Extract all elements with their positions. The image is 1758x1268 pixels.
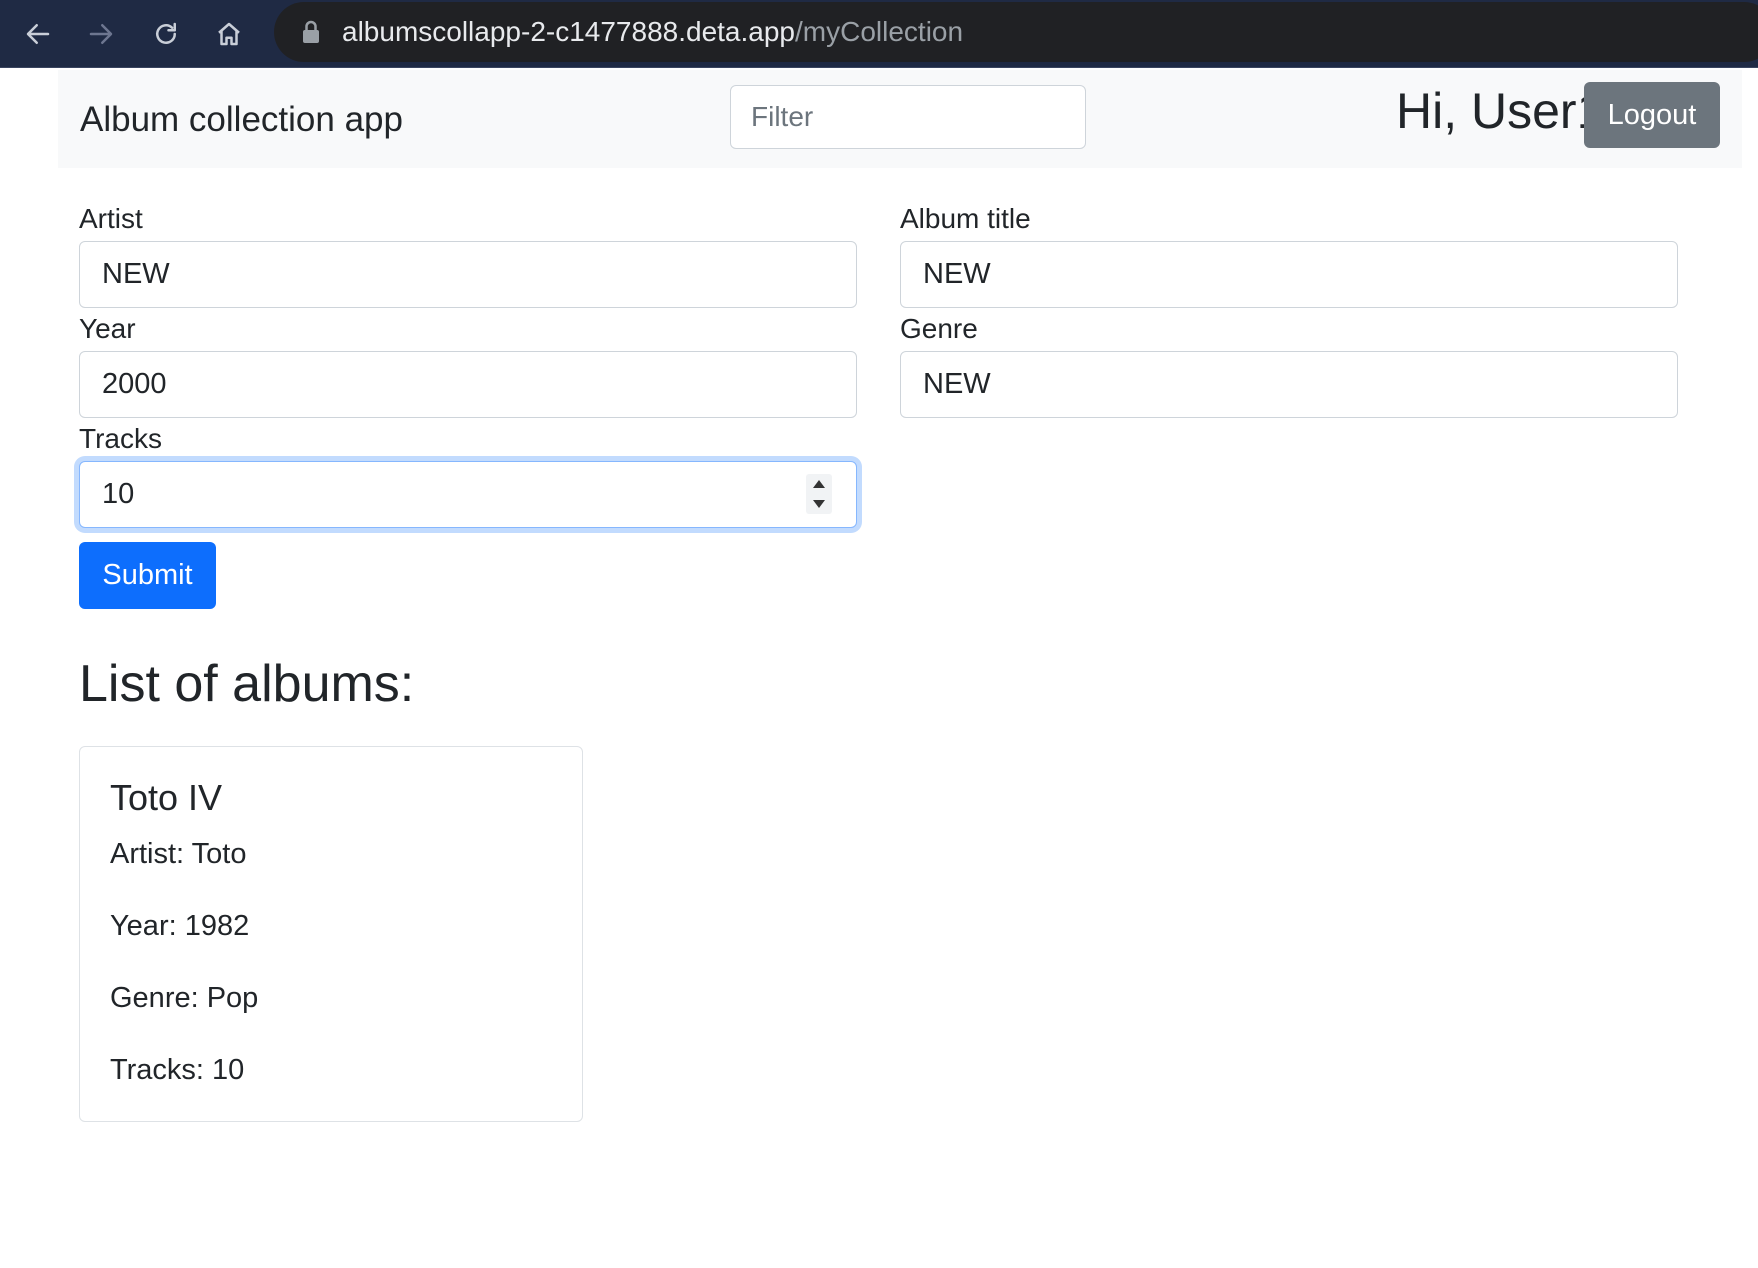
logout-button[interactable]: Logout: [1584, 82, 1720, 148]
app-brand[interactable]: Album collection app: [80, 100, 403, 140]
tracks-stepper[interactable]: [806, 474, 832, 514]
submit-button[interactable]: Submit: [79, 542, 216, 609]
browser-toolbar: albumscollapp-2-c1477888.deta.app/myColl…: [0, 0, 1758, 68]
artist-input[interactable]: [79, 241, 857, 308]
tracks-label: Tracks: [79, 423, 162, 454]
url-host: albumscollapp-2-c1477888.deta.app: [342, 16, 795, 47]
album-card: Toto IV Artist: Toto Year: 1982 Genre: P…: [79, 746, 583, 1122]
album-card-genre: Genre: Pop: [110, 982, 259, 1014]
filter-input[interactable]: [730, 85, 1086, 149]
back-button[interactable]: [16, 12, 60, 56]
year-input[interactable]: [79, 351, 857, 418]
home-icon: [218, 22, 240, 46]
app-navbar: Album collection app Hi, User1 Logout: [58, 70, 1742, 168]
address-bar[interactable]: albumscollapp-2-c1477888.deta.app/myColl…: [274, 2, 1758, 62]
user-greeting: Hi, User1: [1396, 83, 1605, 139]
album-card-artist: Artist: Toto: [110, 838, 247, 870]
album-card-tracks: Tracks: 10: [110, 1054, 245, 1086]
stepper-down-icon[interactable]: [813, 500, 825, 508]
year-label: Year: [79, 313, 136, 344]
arrow-left-icon: [26, 24, 50, 44]
arrow-right-icon: [89, 24, 113, 44]
album-card-title: Toto IV: [110, 777, 223, 818]
reload-button[interactable]: [144, 12, 188, 56]
album-title-input[interactable]: [900, 241, 1678, 308]
url-text: albumscollapp-2-c1477888.deta.app/myColl…: [342, 16, 963, 48]
lock-icon: [303, 20, 319, 43]
tracks-input[interactable]: [79, 461, 857, 528]
artist-label: Artist: [79, 203, 143, 234]
albums-heading: List of albums:: [79, 655, 415, 713]
album-card-year: Year: 1982: [110, 910, 250, 942]
home-button[interactable]: [207, 12, 251, 56]
reload-icon: [156, 22, 176, 44]
url-path: /myCollection: [795, 16, 964, 47]
stepper-up-icon[interactable]: [813, 480, 825, 488]
genre-label: Genre: [900, 313, 978, 344]
genre-input[interactable]: [900, 351, 1678, 418]
album-title-label: Album title: [900, 203, 1031, 234]
forward-button[interactable]: [79, 12, 123, 56]
